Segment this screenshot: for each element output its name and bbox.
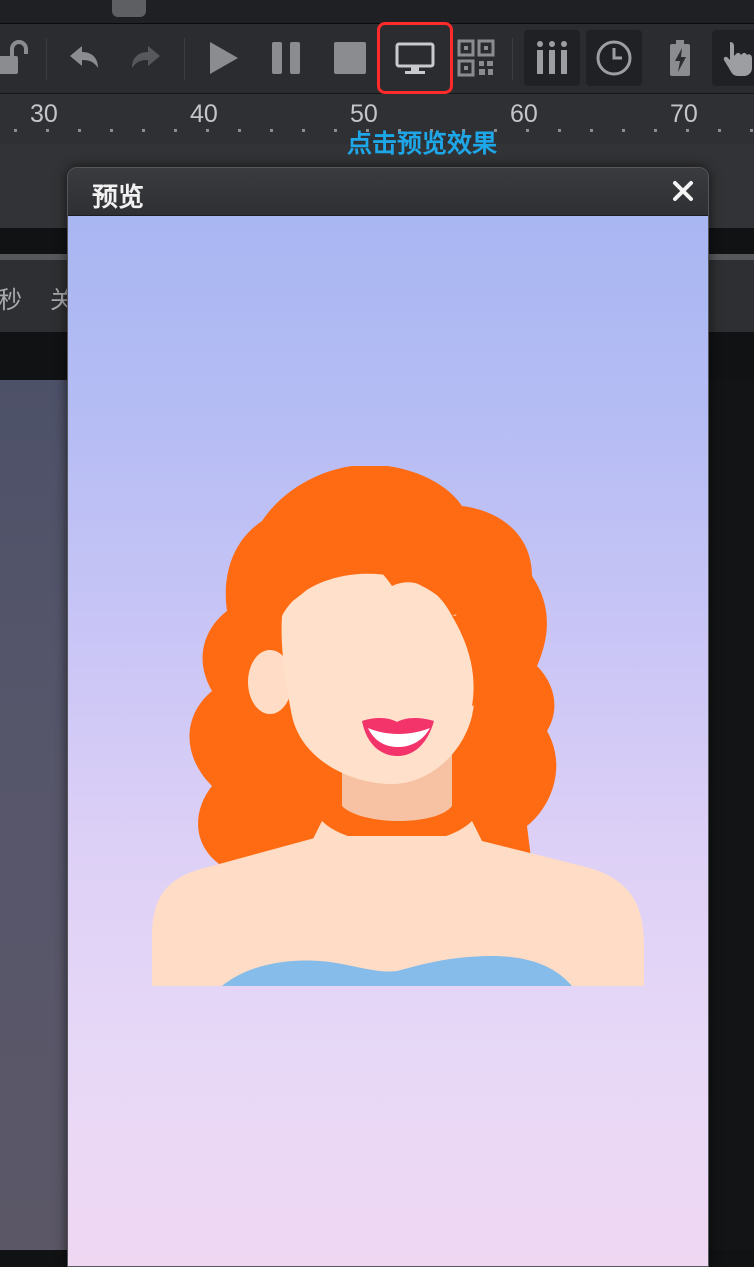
clock-icon: [596, 40, 632, 76]
stop-icon: [334, 42, 366, 74]
seconds-label: 秒: [0, 287, 22, 314]
ruler-label: 70: [670, 100, 698, 128]
preview-dialog: 预览: [67, 167, 709, 1267]
play-button[interactable]: [198, 34, 246, 82]
preview-highlight-box: [377, 22, 453, 94]
ruler-label: 30: [30, 100, 58, 128]
dialog-header: 预览: [68, 168, 708, 216]
qrcode-button[interactable]: [452, 34, 500, 82]
pause-icon: [272, 42, 300, 74]
stop-button[interactable]: [326, 34, 374, 82]
toolbar-separator: [512, 38, 513, 80]
battery-button[interactable]: [656, 34, 704, 82]
ruler-label: 60: [510, 100, 538, 128]
battery-icon: [670, 40, 690, 76]
redo-icon: [132, 46, 160, 68]
ruler-label: 40: [190, 100, 218, 128]
toolbar-separator: [46, 38, 47, 80]
preview-hint-text: 点击预览效果: [347, 130, 498, 158]
close-icon: [673, 181, 693, 201]
dialog-title: 预览: [92, 182, 145, 212]
unlock-icon: [0, 40, 28, 74]
top-strip: [0, 0, 754, 24]
timer-button[interactable]: [586, 30, 642, 86]
preview-canvas: [68, 216, 708, 1266]
close-button[interactable]: [668, 176, 698, 206]
woman-portrait-illustration: [152, 466, 644, 986]
unlock-button[interactable]: [0, 34, 40, 82]
undo-button[interactable]: [60, 34, 108, 82]
bars-button[interactable]: [524, 30, 580, 86]
pause-button[interactable]: [262, 34, 310, 82]
undo-icon: [70, 46, 98, 68]
play-icon: [210, 42, 238, 74]
touch-button[interactable]: [712, 30, 754, 86]
toolbar-separator: [184, 38, 185, 80]
redo-button[interactable]: [122, 34, 170, 82]
qrcode-icon: [457, 39, 495, 77]
bars-icon: [537, 41, 567, 74]
menu-tab-fragment[interactable]: [112, 0, 146, 17]
hand-icon: [723, 42, 752, 76]
